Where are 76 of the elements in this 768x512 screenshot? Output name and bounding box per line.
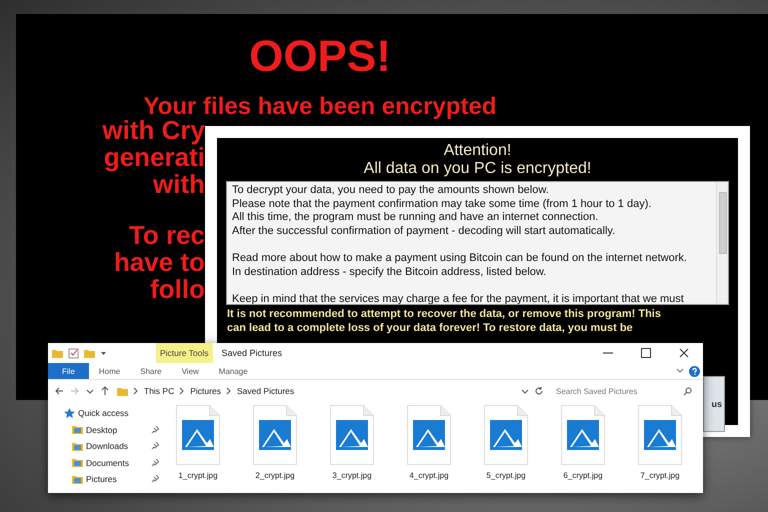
ribbon-tab[interactable]: Home <box>88 363 130 379</box>
file-item[interactable]: 3_crypt.jpg <box>330 405 407 493</box>
warning-line: follo <box>149 276 205 303</box>
file-menu-button[interactable]: File <box>48 363 89 379</box>
search-icon <box>683 386 692 396</box>
warning-line: with Cry <box>101 117 205 144</box>
file-name: 3_crypt.jpg <box>331 471 373 480</box>
file-name: 4_crypt.jpg <box>408 471 450 480</box>
warning-line: It is not recommended to attempt to recover the data, or remove this program! This <box>227 307 662 321</box>
sidebar-item[interactable]: Pictures <box>64 471 159 488</box>
pin-icon[interactable] <box>151 426 159 434</box>
image-file-icon <box>253 405 297 465</box>
ribbon-tab[interactable]: Share <box>130 363 172 379</box>
breadcrumb[interactable]: Saved Pictures <box>236 386 294 396</box>
image-file-icon <box>638 405 682 465</box>
chevron-icon <box>133 387 139 395</box>
message-line: Please note that the payment confirmation may take some time (from 1 hour to 1 day). <box>232 198 652 212</box>
sidebar-item[interactable]: Downloads <box>64 438 159 454</box>
star-icon <box>64 408 75 419</box>
warning-line: have to <box>112 249 205 276</box>
image-file-icon <box>484 405 528 465</box>
pin-icon[interactable] <box>151 458 159 467</box>
file-name: 5_crypt.jpg <box>485 471 527 480</box>
pin-icon[interactable] <box>151 475 159 484</box>
window-title: Saved Pictures <box>222 348 282 358</box>
warning-line: with <box>153 171 205 198</box>
file-item[interactable]: 5_crypt.jpg <box>484 405 561 493</box>
file-name: 7_crypt.jpg <box>639 471 681 480</box>
warning-heading: OOPS! <box>248 32 392 82</box>
file-name: 2_crypt.jpg <box>254 471 296 480</box>
image-file-icon <box>407 405 451 465</box>
message-line: All this time, the program must be running and have an internet connection. <box>232 211 600 225</box>
file-item[interactable]: 1_crypt.jpg <box>176 405 253 493</box>
folder-icon <box>72 474 83 485</box>
sidebar-item[interactable]: Documents <box>64 454 159 471</box>
image-file-icon <box>561 405 605 465</box>
maximize-icon[interactable] <box>640 347 652 359</box>
warning-line: can lead to a complete loss of your data forever! To restore data, you must be <box>227 321 634 335</box>
folder-icon <box>117 386 128 396</box>
message-line: In destination address - specify the Bitcoin address, listed below. <box>232 266 548 280</box>
warning-line: generati <box>102 144 205 171</box>
file-name: 1_crypt.jpg <box>177 471 219 480</box>
image-file-icon <box>330 405 374 465</box>
dialog-title: All data on you PC is encrypted! <box>362 160 592 178</box>
sidebar-item[interactable]: Quick access <box>64 405 159 422</box>
pin-icon[interactable] <box>151 442 159 450</box>
back-icon[interactable] <box>54 386 64 396</box>
file-item[interactable]: 2_crypt.jpg <box>253 405 330 493</box>
dialog-button[interactable]: us <box>703 376 725 432</box>
close-icon[interactable] <box>678 347 690 359</box>
folder-icon <box>72 457 83 468</box>
dialog-title: Attention! <box>442 142 512 160</box>
message-line: To decrypt your data, you need to pay the amounts shown below. <box>232 184 550 198</box>
contextual-tab-label: Picture Tools <box>156 343 213 363</box>
message-line: Keep in mind that the services may charge a fee for the payment, it is important that we must <box>232 292 685 304</box>
message-line: After the successful confirmation of payment - decoding will start automatically. <box>232 224 616 238</box>
ribbon-tab[interactable]: Manage <box>208 363 258 379</box>
warning-line: Your files have been encrypted <box>142 94 498 120</box>
breadcrumb[interactable]: This PC <box>144 386 174 396</box>
refresh-icon[interactable] <box>534 386 544 396</box>
image-file-icon <box>176 405 220 465</box>
folder-icon <box>72 424 83 436</box>
help-icon[interactable] <box>689 366 700 376</box>
file-item[interactable]: 4_crypt.jpg <box>407 405 484 493</box>
folder-icon <box>72 440 83 452</box>
warning-line: To rec <box>128 222 205 249</box>
chevron-icon <box>179 387 186 395</box>
breadcrumb[interactable]: Pictures <box>190 386 221 396</box>
sidebar-item[interactable]: Desktop <box>64 422 159 438</box>
ribbon-tab[interactable]: View <box>172 363 209 379</box>
file-item[interactable]: 6_crypt.jpg <box>561 405 638 493</box>
chevron-icon <box>226 387 232 395</box>
file-name: 6_crypt.jpg <box>562 471 604 480</box>
properties-icon[interactable] <box>68 348 79 358</box>
up-icon[interactable] <box>100 386 110 396</box>
message-line: Read more about how to make a payment using Bitcoin can be found on the internet network. <box>232 252 688 266</box>
